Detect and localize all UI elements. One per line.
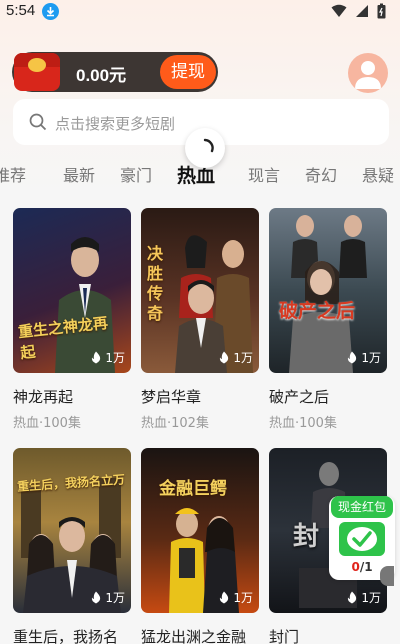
battery-icon: [377, 3, 386, 19]
loading-spinner: [185, 128, 225, 168]
wallet-amount: 0.00元: [76, 66, 127, 85]
wifi-icon: [331, 4, 347, 17]
drama-title[interactable]: 神龙再起: [13, 386, 73, 407]
poster-title: 破产之后: [279, 300, 356, 322]
status-time: 5:54: [6, 2, 36, 19]
view-count-value: 1万: [233, 591, 253, 605]
drama-card[interactable]: 重生之神龙再起 1万 神龙再起 热血·100集: [13, 208, 133, 431]
drama-card[interactable]: 破产之后 1万 破产之后 热血·100集: [269, 208, 389, 431]
side-drawer-handle[interactable]: [380, 566, 394, 586]
view-count: 1万: [218, 589, 253, 606]
drama-meta: 热血·102集: [141, 416, 209, 431]
drama-poster[interactable]: 重生之神龙再起 1万: [13, 208, 131, 373]
tab-latest[interactable]: 最新: [63, 162, 95, 186]
drama-poster[interactable]: 破产之后 1万: [269, 208, 387, 373]
status-bar: 5:54: [0, 0, 400, 24]
download-icon: [42, 3, 59, 20]
drama-meta: 热血·100集: [13, 416, 81, 431]
poster-title: 决胜传奇: [147, 244, 164, 323]
drama-title[interactable]: 猛龙出渊之金融: [141, 626, 246, 644]
flame-icon: [348, 591, 357, 604]
drama-title[interactable]: 破产之后: [269, 386, 329, 407]
drama-title[interactable]: 梦启华章: [141, 386, 201, 407]
avatar[interactable]: [348, 53, 388, 93]
poster-title: 封: [293, 522, 320, 552]
drama-card[interactable]: 重生后，我扬名立万 1万 重生后，我扬名: [13, 448, 133, 644]
drama-poster[interactable]: 重生后，我扬名立万 1万: [13, 448, 131, 613]
view-count: 1万: [90, 589, 125, 606]
view-count-value: 1万: [233, 351, 253, 365]
tab-wealthy[interactable]: 豪门: [120, 162, 152, 186]
drama-title[interactable]: 封门: [269, 626, 299, 644]
drama-title[interactable]: 重生后，我扬名: [13, 626, 118, 644]
tab-fantasy[interactable]: 奇幻: [305, 162, 337, 186]
wallet-balance[interactable]: 0.00元 提现: [12, 52, 218, 92]
drama-card[interactable]: 决胜传奇 1万 梦启华章 热血·102集: [141, 208, 261, 431]
view-count: 1万: [346, 349, 381, 366]
spinner-icon: [203, 138, 214, 153]
view-count: 1万: [90, 349, 125, 366]
poster-title: 金融巨鳄: [159, 479, 227, 499]
progress-done: 0: [351, 560, 360, 574]
flame-icon: [220, 591, 229, 604]
user-icon: [355, 61, 381, 89]
drama-poster[interactable]: 金融巨鳄 1万: [141, 448, 259, 613]
view-count: 1万: [346, 589, 381, 606]
flame-icon: [92, 591, 101, 604]
red-envelope-icon: [14, 53, 60, 91]
view-count-value: 1万: [105, 591, 125, 605]
tab-suspense[interactable]: 悬疑: [362, 162, 394, 186]
tab-romance[interactable]: 现言: [248, 162, 280, 186]
drama-card[interactable]: 金融巨鳄 1万 猛龙出渊之金融: [141, 448, 261, 644]
tab-recommend[interactable]: 推荐: [0, 162, 26, 186]
signal-icon: [356, 5, 368, 17]
wechat-icon: [339, 522, 385, 556]
drama-meta: 热血·100集: [269, 416, 337, 431]
flame-icon: [220, 351, 229, 364]
flame-icon: [348, 351, 357, 364]
view-count: 1万: [218, 349, 253, 366]
search-placeholder: 点击搜索更多短剧: [55, 115, 176, 133]
drama-poster[interactable]: 决胜传奇 1万: [141, 208, 259, 373]
flame-icon: [92, 351, 101, 364]
view-count-value: 1万: [361, 591, 381, 605]
red-packet-label: 现金红包: [331, 496, 393, 518]
view-count-value: 1万: [361, 351, 381, 365]
view-count-value: 1万: [105, 351, 125, 365]
search-icon: [29, 113, 47, 131]
progress-total: /1: [359, 560, 373, 574]
withdraw-button[interactable]: 提现: [160, 55, 216, 89]
